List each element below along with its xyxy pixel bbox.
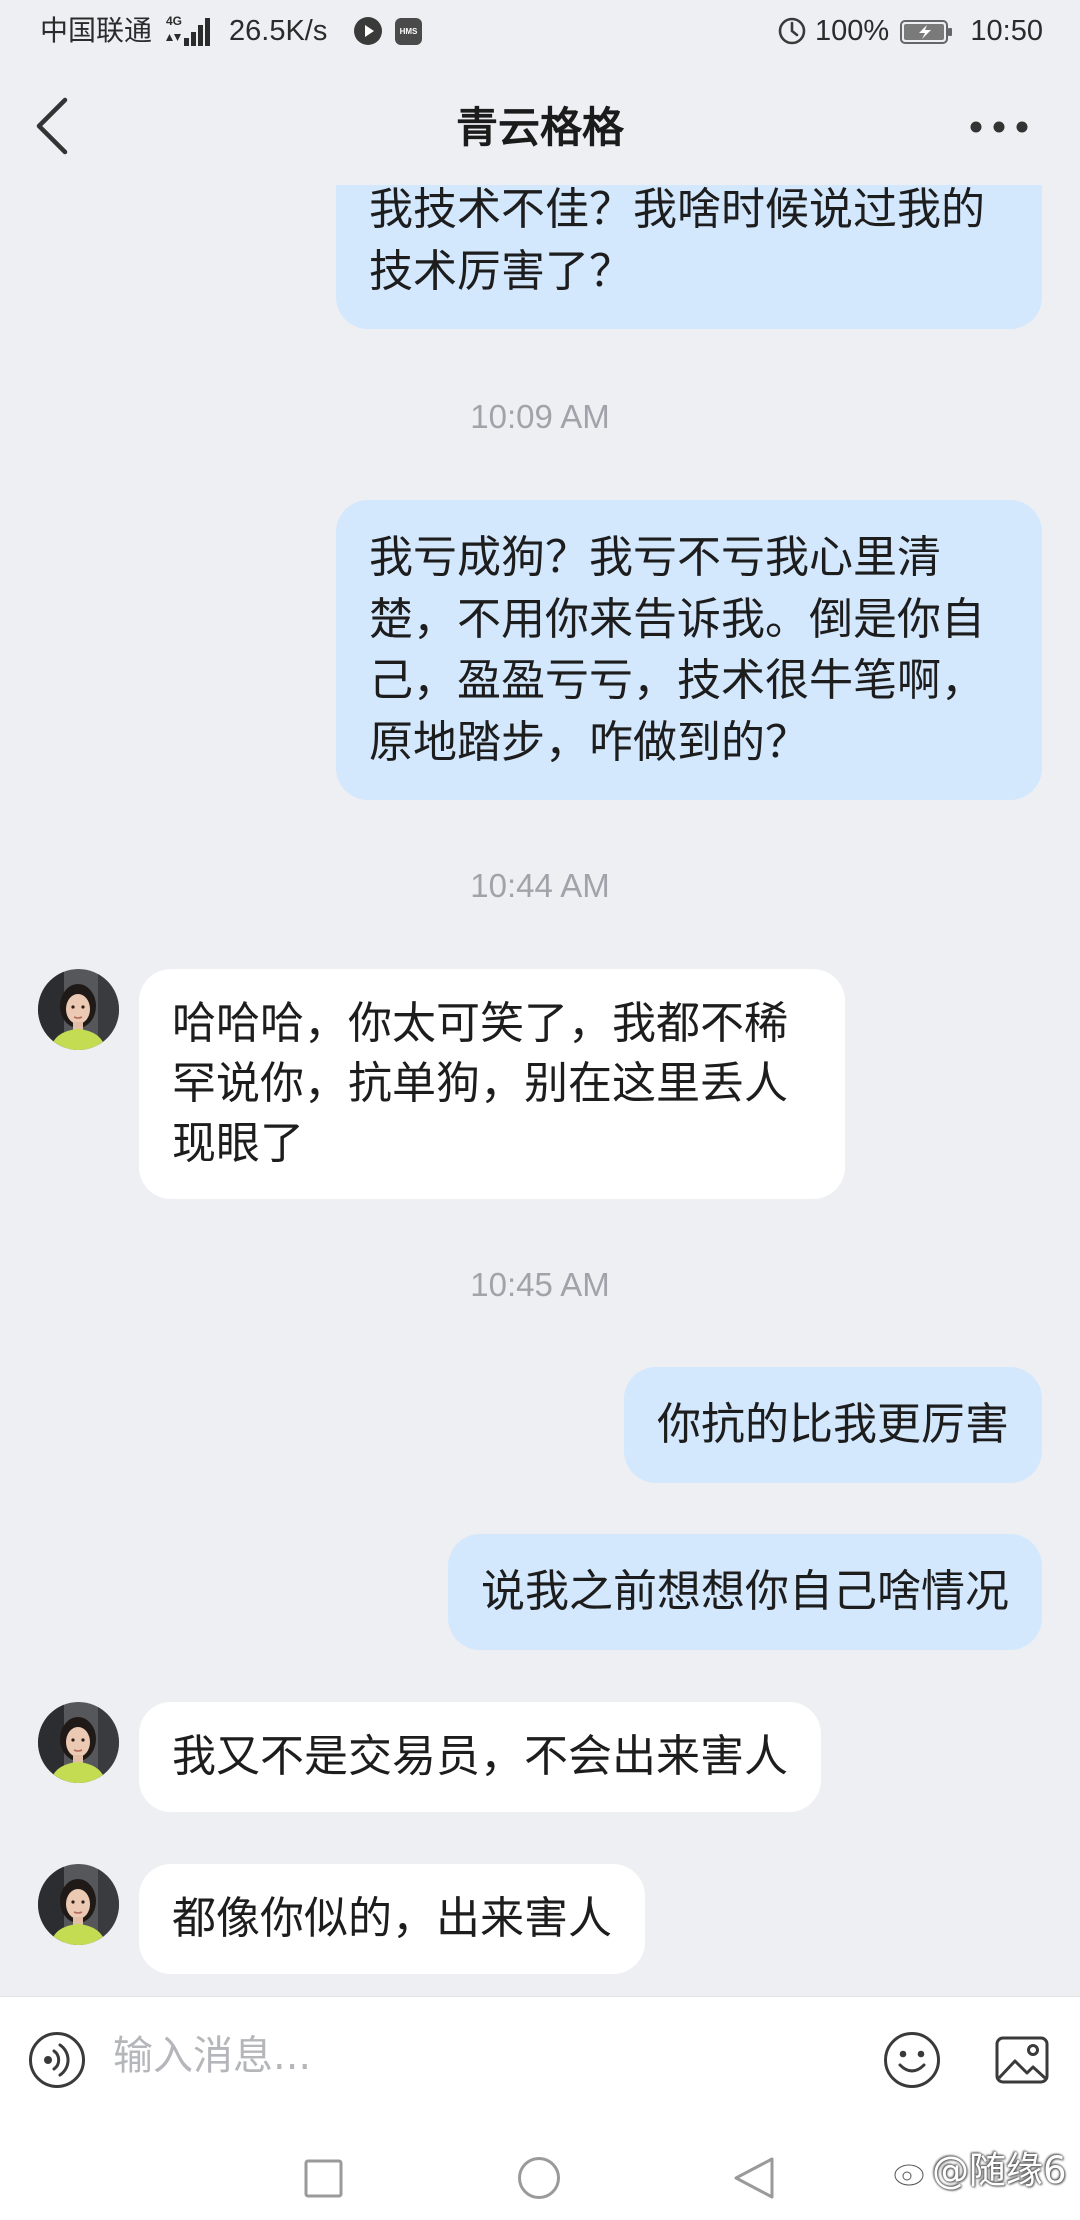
voice-wave xyxy=(52,2049,61,2071)
signal-icon: 4G xyxy=(164,14,214,48)
battery-graphic xyxy=(900,20,952,44)
upload-arrow xyxy=(166,34,173,41)
carrier-name: 中国联通 xyxy=(40,14,153,47)
avatar[interactable] xyxy=(38,969,119,1050)
sent-message[interactable]: 我技术不佳？我啥时候说过我的技术厉害了？ xyxy=(336,185,1042,329)
chat-screen: 中国联通 4G 26.5K/s HMS 100% 10:50 青云格格 我技术不… xyxy=(0,0,1080,2220)
play-icon-graphic xyxy=(354,17,382,45)
home-circle xyxy=(518,2157,560,2199)
emoji-eye xyxy=(899,2050,907,2058)
emoji-face xyxy=(884,2032,940,2088)
sent-message[interactable]: 说我之前想想你自己啥情况 xyxy=(448,1534,1042,1650)
avatar-photo xyxy=(38,969,119,1050)
image-mountain xyxy=(997,2059,1047,2080)
message-input[interactable] xyxy=(113,2026,853,2086)
emoji-icon xyxy=(884,2032,940,2088)
watermark-text: @随缘6 xyxy=(932,2149,1067,2192)
timestamp: 10:09 AM xyxy=(470,398,610,435)
weibo-icon xyxy=(893,2153,931,2189)
dot xyxy=(1016,121,1028,133)
image-frame xyxy=(995,2036,1049,2084)
weibo-eye xyxy=(902,2171,912,2181)
data-saver-graphic xyxy=(778,17,806,45)
chat-header: 青云格格 xyxy=(0,64,1080,185)
timestamp: 10:45 AM xyxy=(470,1266,610,1303)
battery-charging-icon xyxy=(900,19,954,45)
emoji-smile xyxy=(898,2063,926,2073)
voice-ring xyxy=(29,2032,85,2088)
received-message[interactable]: 我又不是交易员，不会出来害人 xyxy=(139,1702,821,1812)
data-saver-icon xyxy=(777,16,807,46)
voice-button[interactable] xyxy=(27,2030,87,2090)
message-list[interactable]: 我技术不佳？我啥时候说过我的技术厉害了？ 10:09 AM 我亏成狗？我亏不亏我… xyxy=(0,185,1080,1996)
voice-icon xyxy=(29,2032,85,2088)
sent-message[interactable]: 你抗的比我更厉害 xyxy=(624,1367,1042,1483)
recents-square-icon xyxy=(304,2159,343,2198)
signal-bar xyxy=(191,32,196,46)
hms-icon: HMS xyxy=(395,18,422,45)
input-panel: @随缘6 xyxy=(0,1996,1080,2220)
status-bar: 中国联通 4G 26.5K/s HMS 100% 10:50 xyxy=(0,0,1080,64)
emoji-eye xyxy=(917,2050,925,2058)
weibo-arc xyxy=(917,2157,929,2169)
nav-back-button[interactable] xyxy=(732,2156,776,2200)
more-button[interactable] xyxy=(960,104,1040,152)
emoji-button[interactable] xyxy=(882,2030,942,2090)
recents-square xyxy=(304,2159,343,2198)
signal-bar xyxy=(205,18,210,46)
image-icon xyxy=(995,2036,1049,2084)
voice-dot xyxy=(44,2056,52,2064)
timestamp: 10:44 AM xyxy=(470,867,610,904)
signal-bar xyxy=(198,25,203,46)
more-dots-icon xyxy=(970,121,1028,133)
clock: 10:50 xyxy=(970,15,1043,47)
weibo-icon-graphic xyxy=(893,2157,929,2187)
nav-recents-button[interactable] xyxy=(303,2158,344,2199)
back-triangle-icon xyxy=(734,2157,774,2199)
avatar-photo xyxy=(38,1702,119,1783)
chat-title: 青云格格 xyxy=(455,103,624,152)
hms-label: HMS xyxy=(399,27,418,36)
sent-message[interactable]: 我亏成狗？我亏不亏我心里清楚，不用你来告诉我。倒是你自己，盈盈亏亏，技术很牛笔啊… xyxy=(336,500,1042,800)
back-triangle xyxy=(734,2157,774,2199)
image-sun xyxy=(1027,2044,1039,2056)
saver-mark xyxy=(790,21,799,37)
avatar[interactable] xyxy=(38,1864,119,1945)
received-message[interactable]: 哈哈哈，你太可笑了，我都不稀罕说你，抗单狗，别在这里丢人现眼了 xyxy=(139,969,845,1199)
nav-home-button[interactable] xyxy=(517,2156,561,2200)
avatar[interactable] xyxy=(38,1702,119,1783)
received-message[interactable]: 都像你似的，出来害人 xyxy=(139,1864,645,1974)
avatar-photo xyxy=(38,1864,119,1945)
image-button[interactable] xyxy=(994,2032,1050,2088)
network-speed: 26.5K/s xyxy=(229,15,328,47)
battery-percent: 100% xyxy=(815,15,890,47)
network-type-label: 4G xyxy=(166,14,183,28)
play-icon xyxy=(354,17,382,45)
dot xyxy=(993,121,1005,133)
dot xyxy=(970,121,982,133)
home-circle-icon xyxy=(518,2157,560,2199)
signal-bar xyxy=(184,38,189,46)
download-arrow xyxy=(174,34,181,41)
voice-wave xyxy=(58,2043,70,2077)
battery-nub xyxy=(948,28,952,36)
